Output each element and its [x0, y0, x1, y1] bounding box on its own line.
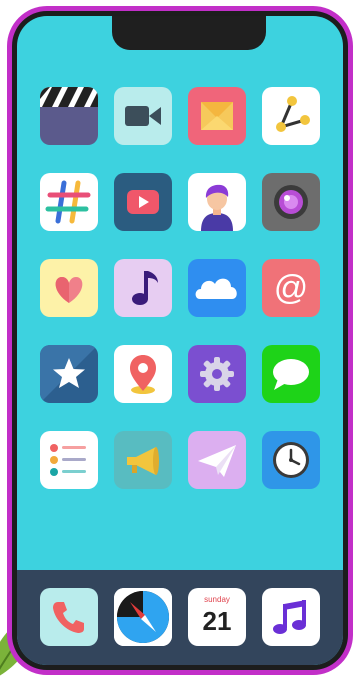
maps-pin-app-icon[interactable]	[114, 345, 172, 403]
camera-lens-app-icon[interactable]	[262, 173, 320, 231]
phone-bezel: @ sunday 21	[12, 11, 348, 670]
clock-app-icon[interactable]	[262, 431, 320, 489]
music-app-icon[interactable]	[262, 588, 320, 646]
calendar-day: 21	[202, 606, 232, 636]
dock: sunday 21	[17, 570, 343, 665]
cloud-app-icon[interactable]	[188, 259, 246, 317]
share-app-icon[interactable]	[262, 87, 320, 145]
youtube-app-icon[interactable]	[114, 173, 172, 231]
music-note-app-icon[interactable]	[114, 259, 172, 317]
hashtag-app-icon[interactable]	[40, 173, 98, 231]
messages-app-icon[interactable]	[262, 345, 320, 403]
mail-app-icon[interactable]	[188, 87, 246, 145]
video-camera-app-icon[interactable]	[114, 87, 172, 145]
phone-frame: @ sunday 21	[7, 6, 353, 675]
notch	[112, 16, 266, 50]
email-at-app-icon[interactable]: @	[262, 259, 320, 317]
contacts-app-icon[interactable]	[188, 173, 246, 231]
phone-app-icon[interactable]	[40, 588, 98, 646]
home-screen: @ sunday 21	[17, 16, 343, 665]
megaphone-app-icon[interactable]	[114, 431, 172, 489]
send-plane-app-icon[interactable]	[188, 431, 246, 489]
calendar-weekday: sunday	[204, 595, 230, 604]
stage: @ sunday 21	[0, 0, 360, 681]
reminders-list-app-icon[interactable]	[40, 431, 98, 489]
compass-app-icon[interactable]	[114, 588, 172, 646]
calendar-app-icon[interactable]: sunday 21	[188, 588, 246, 646]
health-heart-app-icon[interactable]	[40, 259, 98, 317]
settings-app-icon[interactable]	[188, 345, 246, 403]
clapperboard-app-icon[interactable]	[40, 87, 98, 145]
svg-text:@: @	[274, 269, 309, 307]
favorites-star-app-icon[interactable]	[40, 345, 98, 403]
